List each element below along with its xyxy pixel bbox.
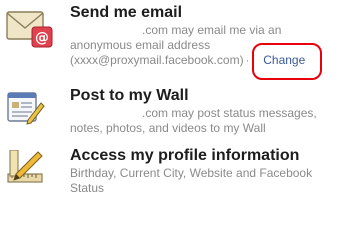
change-email-link[interactable]: Change [252,43,323,80]
permission-title: Send me email [70,4,183,21]
wall-post-icon [6,90,54,130]
envelope-icon: @ [6,9,54,49]
permission-description: .com may post status messages, notes, ph… [70,106,340,136]
separator-dot: · [245,55,250,67]
proxy-email-address: (xxxx@proxymail.facebook.com) [70,53,244,67]
description-line-with-action: (xxxx@proxymail.facebook.com) · Change [70,43,340,80]
description-line: .com may email me via an [142,23,282,37]
description-line: anonymous email address [70,38,211,52]
change-link-label: Change [263,53,306,67]
permission-title: Access my profile information [70,147,300,164]
permission-description: .com may email me via an anonymous email… [70,23,340,80]
ruler-pencil-icon [6,150,54,190]
description-line: Birthday, Current City, Website and Face… [70,166,313,180]
permission-description: Birthday, Current City, Website and Face… [70,166,340,196]
svg-text:@: @ [35,30,49,46]
permission-title: Post to my Wall [70,87,189,104]
description-line: .com may post status messages, [142,106,317,120]
description-line: Status [70,181,105,195]
description-line: notes, photos, and videos to my Wall [70,121,266,135]
